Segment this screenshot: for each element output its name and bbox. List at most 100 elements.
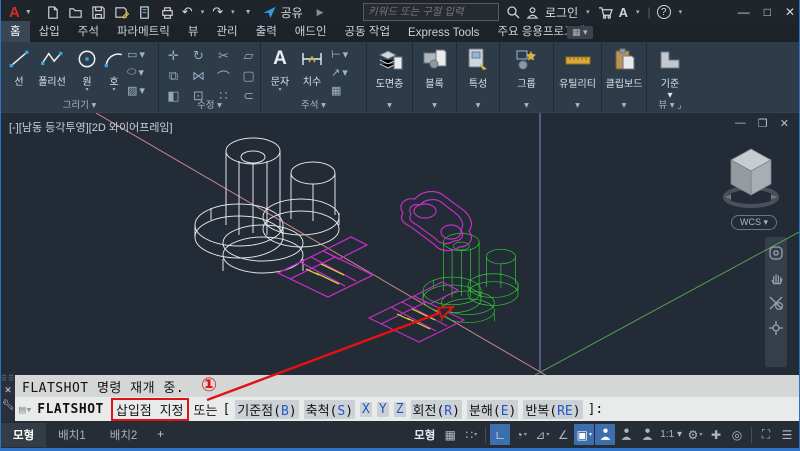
search-box[interactable] [363, 3, 499, 21]
layers-button[interactable]: 도면층 [367, 45, 412, 90]
fillet-icon[interactable]: ⌒ [211, 66, 236, 86]
isolate-objects-button[interactable]: ◎ [727, 424, 747, 445]
object-snap-toggle[interactable]: ▣ ▾ [574, 424, 595, 445]
mirror-icon[interactable]: ⋈ [186, 66, 211, 86]
panel-annotation-label[interactable]: 주석 ▾ [261, 97, 366, 111]
command-close-icon[interactable]: ✕ [4, 385, 12, 396]
autoscale-toggle[interactable] [616, 424, 636, 445]
line-button[interactable]: 선 [4, 45, 34, 88]
recent-commands-icon[interactable]: ▤▾ [19, 403, 32, 416]
doc-minimize-button[interactable]: — [735, 117, 746, 130]
linear-dim-button[interactable]: ⊢ ▾ [331, 47, 348, 62]
command-keyword[interactable]: 분해(E) [466, 399, 519, 419]
ribbon-tab[interactable]: 관리 [207, 21, 246, 42]
autodesk-dropdown-icon[interactable]: ▾ [634, 8, 642, 16]
command-keyword[interactable]: 회전(R) [410, 399, 462, 419]
doc-restore-button[interactable]: ❐ [758, 117, 768, 130]
workspace-gear-icon[interactable]: ⚙ ▾ [685, 424, 705, 445]
panel-draw-label[interactable]: 그리기 ▾ [1, 97, 158, 111]
maximize-button[interactable]: □ [764, 5, 771, 19]
hatch-tool-button[interactable]: ▨ ▾ [127, 83, 145, 98]
panel-properties-caret[interactable]: ▾ [457, 100, 499, 111]
text-button[interactable]: A 문자 ▾ [265, 45, 295, 93]
redo-icon[interactable]: ↷ [212, 4, 223, 20]
undo-dropdown-icon[interactable]: ▾ [199, 8, 207, 16]
grid-toggle[interactable]: ▦ [440, 424, 460, 445]
ortho-toggle[interactable]: ∟ [490, 424, 511, 445]
block-button[interactable]: 블록 [413, 45, 456, 90]
nav-wheel-icon[interactable] [768, 245, 784, 261]
command-keyword[interactable]: 축척(S) [303, 399, 356, 419]
qat-customize-icon[interactable]: ▼ [243, 9, 254, 16]
app-store-cart-icon[interactable] [598, 6, 613, 19]
undo-icon[interactable]: ↶ [182, 4, 193, 20]
panel-block-caret[interactable]: ▾ [413, 100, 456, 111]
minimize-button[interactable]: — [738, 5, 750, 19]
ribbon-tab[interactable]: 공동 작업 [336, 21, 400, 42]
user-icon[interactable] [526, 6, 539, 19]
rotate-icon[interactable]: ↻ [186, 46, 211, 66]
move-icon[interactable]: ✛ [161, 46, 186, 66]
panel-groups-caret[interactable]: ▾ [500, 100, 553, 111]
layout-tab[interactable]: 배치1 [46, 423, 98, 447]
pan-hand-icon[interactable] [769, 270, 784, 286]
help-icon[interactable]: ? [656, 5, 671, 19]
zoom-icon[interactable] [768, 295, 784, 311]
customization-button[interactable]: ✚ [706, 424, 726, 445]
annotation-scale-icon[interactable] [637, 424, 657, 445]
polyline-button[interactable]: 폴리선 [34, 45, 70, 88]
model-space-button[interactable]: 모형 [414, 427, 435, 443]
orbit-icon[interactable] [768, 320, 784, 336]
save-as-icon[interactable] [113, 4, 130, 20]
groups-button[interactable]: 그룹 [500, 45, 553, 90]
snap-toggle[interactable]: ∷ ▾ [461, 424, 481, 445]
panel-modify-label[interactable]: 수정 ▾ [159, 97, 260, 111]
ribbon-tab[interactable]: 삽입 [30, 21, 69, 42]
login-button[interactable]: 로그인 [545, 4, 578, 21]
navigation-bar[interactable] [765, 237, 787, 367]
new-file-icon[interactable] [44, 4, 61, 20]
annotation-visibility-toggle[interactable] [595, 424, 616, 445]
utilities-button[interactable]: 유틸리티 [554, 45, 601, 90]
ribbon-extra-button[interactable]: ▦ ▾ [567, 26, 593, 39]
arc-button[interactable]: 호 ▾ [99, 45, 129, 93]
layout-tab[interactable]: 모형 [1, 422, 47, 447]
ribbon-tab[interactable]: 애드인 [286, 21, 336, 42]
isodraft-toggle[interactable]: ⊿ ▾ [532, 424, 552, 445]
save-icon[interactable] [90, 4, 107, 20]
redo-dropdown-icon[interactable]: ▾ [229, 8, 237, 16]
panel-clipboard-caret[interactable]: ▾ [602, 100, 646, 111]
panel-utilities-caret[interactable]: ▾ [554, 100, 601, 111]
command-keyword[interactable]: Y [376, 401, 389, 417]
command-wrench-icon[interactable]: 🔧︎ [2, 400, 15, 411]
new-layout-button[interactable]: + [149, 426, 172, 444]
ellipse-tool-button[interactable]: ⬭ ▾ [127, 65, 145, 80]
share-button[interactable]: 공유 [262, 4, 303, 21]
autocad-logo-icon[interactable]: A [1, 4, 23, 21]
circle-button[interactable]: 원 ▾ [72, 45, 102, 93]
panel-layers-caret[interactable]: ▾ [367, 100, 412, 111]
object-snap-tracking-toggle[interactable]: ∠ [553, 424, 573, 445]
plot-preview-icon[interactable] [136, 4, 153, 20]
help-dropdown-icon[interactable]: ▾ [677, 8, 685, 16]
clean-screen-button[interactable]: ⛶ [756, 424, 776, 445]
drawing-canvas[interactable]: [-][남동 등각투영][2D 와이어프레임] — ❐ ✕ WCS ▾ [1, 112, 799, 376]
command-keyword[interactable]: 반복(RE) [523, 399, 583, 419]
ribbon-tab[interactable]: 출력 [247, 21, 286, 42]
toolbar-expand-icon[interactable]: ▶ [317, 7, 324, 18]
viewport-controls[interactable]: [-][남동 등각투영][2D 와이어프레임] [9, 119, 173, 135]
leader-button[interactable]: ↗ ▾ [331, 65, 348, 80]
command-keyword[interactable]: 기준점(B) [235, 399, 299, 419]
base-button[interactable]: 기준 ▾ [647, 45, 693, 101]
command-input-line[interactable]: ▤▾ FLATSHOT 삽입점 지정 또는 [ 기준점(B) 축척(S) X Y Z 회전… [15, 397, 799, 421]
status-menu-icon[interactable]: ☰ [777, 424, 797, 445]
clipboard-button[interactable]: 클립보드 [602, 45, 646, 90]
dimension-button[interactable]: 치수 [297, 45, 327, 88]
properties-button[interactable]: 특성 [457, 45, 499, 90]
ribbon-tab[interactable]: 주석 [69, 21, 108, 42]
doc-close-button[interactable]: ✕ [780, 117, 789, 130]
ribbon-tab[interactable]: 뷰 [179, 21, 208, 42]
layout-tab[interactable]: 배치2 [98, 423, 150, 447]
scale-list-button[interactable]: 1:1 ▾ [658, 424, 684, 445]
copy-icon[interactable]: ⧉ [161, 66, 186, 86]
